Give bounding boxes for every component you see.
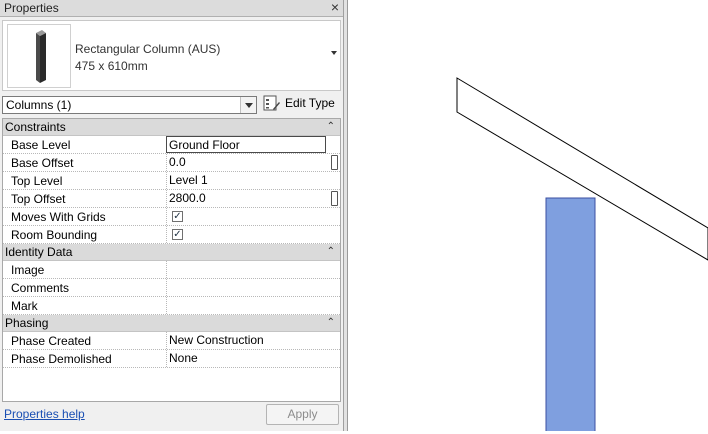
param-name: Moves With Grids (11, 210, 106, 224)
palette-titlebar[interactable]: Properties × (0, 0, 343, 17)
phase-created-field[interactable]: New Construction (166, 332, 326, 349)
row-image: Image (3, 261, 340, 279)
properties-help-link[interactable]: Properties help (4, 407, 85, 421)
base-offset-spin-icon[interactable] (331, 155, 338, 170)
type-selector[interactable]: Rectangular Column (AUS) 475 x 610mm (2, 20, 341, 91)
row-base-offset: Base Offset 0.0 (3, 154, 340, 172)
column-preview-icon (36, 30, 46, 83)
phase-demolished-field[interactable]: None (166, 350, 326, 367)
top-level-field[interactable]: Level 1 (166, 172, 326, 189)
selected-column (545, 197, 596, 434)
param-name: Image (11, 263, 45, 277)
filter-selected-value: Columns (1) (6, 98, 72, 112)
section-label: Constraints (5, 120, 66, 134)
row-phase-created: Phase Created New Construction (3, 332, 340, 350)
top-offset-field[interactable]: 2800.0 (166, 190, 326, 207)
param-name: Base Offset (11, 156, 74, 170)
base-offset-field[interactable]: 0.0 (166, 154, 326, 171)
room-bounding-cell: ✓ (166, 226, 326, 243)
collapse-icon[interactable]: ⌃ (327, 119, 335, 135)
base-level-field[interactable]: Ground Floor (166, 136, 326, 153)
row-top-level: Top Level Level 1 (3, 172, 340, 190)
moves-with-grids-checkbox[interactable]: ✓ (172, 211, 183, 222)
param-name: Top Offset (11, 192, 66, 206)
model-view (456, 77, 708, 434)
section-constraints[interactable]: Constraints ⌃ (3, 119, 340, 136)
param-name: Base Level (11, 138, 71, 152)
section-identity-data[interactable]: Identity Data ⌃ (3, 244, 340, 261)
edit-type-icon (263, 95, 280, 111)
row-base-level: Base Level Ground Floor (3, 136, 340, 154)
row-comments: Comments (3, 279, 340, 297)
close-icon[interactable]: × (331, 0, 339, 15)
apply-button[interactable]: Apply (266, 404, 339, 425)
section-label: Phasing (5, 316, 49, 330)
top-offset-spin-icon[interactable] (331, 191, 338, 206)
row-room-bounding: Room Bounding ✓ (3, 226, 340, 244)
row-mark: Mark (3, 297, 340, 315)
param-name: Top Level (11, 174, 63, 188)
param-name: Comments (11, 281, 70, 295)
column-thumbnail (7, 24, 71, 88)
element-filter-select[interactable]: Columns (1) (2, 96, 257, 114)
edit-type-button[interactable]: Edit Type (262, 94, 342, 114)
section-label: Identity Data (5, 245, 73, 259)
moves-with-grids-cell: ✓ (166, 208, 326, 225)
row-top-offset: Top Offset 2800.0 (3, 190, 340, 208)
type-dropdown-arrow-icon[interactable] (331, 51, 337, 55)
param-name: Phase Demolished (11, 352, 112, 366)
room-bounding-checkbox[interactable]: ✓ (172, 229, 183, 240)
row-moves-with-grids: Moves With Grids ✓ (3, 208, 340, 226)
param-name: Room Bounding (11, 228, 98, 242)
properties-grid: Constraints ⌃ Base Level Ground Floor Ba… (2, 118, 341, 402)
panel-splitter[interactable] (344, 0, 348, 431)
param-name: Phase Created (11, 334, 92, 348)
collapse-icon[interactable]: ⌃ (327, 314, 335, 331)
param-name: Mark (11, 299, 38, 313)
image-field[interactable] (166, 261, 326, 278)
type-family-name: Rectangular Column (AUS) (75, 42, 221, 56)
drawing-canvas[interactable] (349, 0, 708, 434)
mark-field[interactable] (166, 297, 326, 314)
chevron-down-icon[interactable] (240, 97, 256, 113)
type-size-name: 475 x 610mm (75, 59, 148, 73)
comments-field[interactable] (166, 279, 326, 296)
palette-title: Properties (4, 1, 59, 15)
row-phase-demolished: Phase Demolished None (3, 350, 340, 368)
collapse-icon[interactable]: ⌃ (327, 243, 335, 260)
properties-palette: Properties × Rectangular Column (AUS) 47… (0, 0, 344, 431)
edit-type-label: Edit Type (285, 96, 335, 110)
section-phasing[interactable]: Phasing ⌃ (3, 315, 340, 332)
